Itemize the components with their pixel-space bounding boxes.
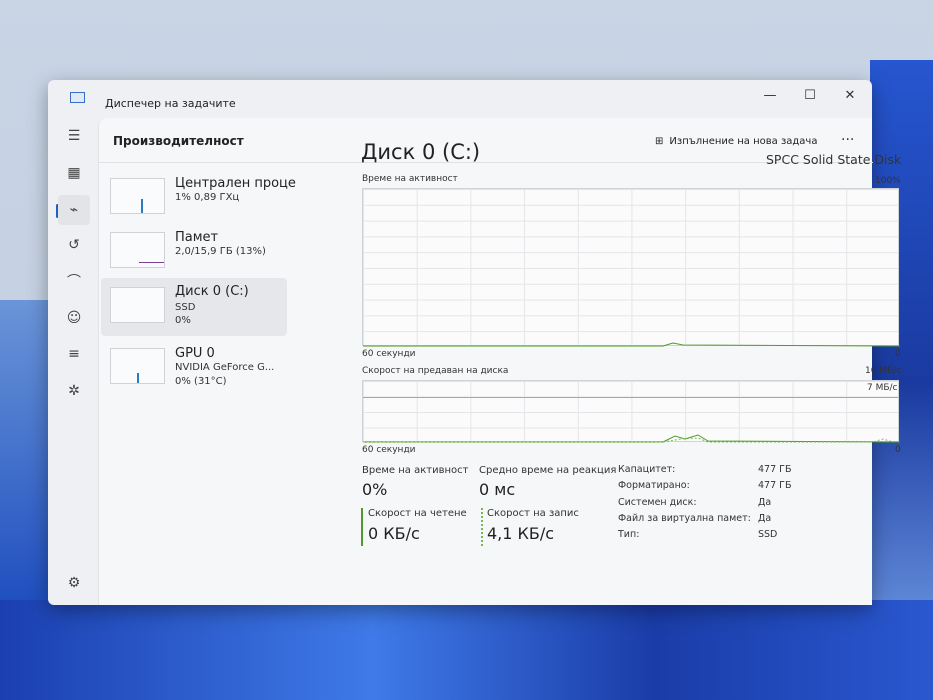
run-task-icon: ⊞ — [655, 136, 664, 147]
disk-model: SPCC Solid State Disk — [766, 152, 902, 167]
run-new-task-button[interactable]: ⊞ Изпълнение на нова задача — [655, 136, 817, 147]
write-speed-indicator — [481, 508, 483, 546]
maximize-button[interactable]: ☐ — [795, 88, 825, 103]
prop-value: SSD — [758, 529, 778, 540]
prop-value: Да — [758, 497, 772, 508]
device-name: Памет — [175, 230, 219, 245]
performance-panel: Производителност ⊞ Изпълнение на нова зад… — [98, 118, 901, 605]
processes-icon[interactable]: ▦ — [64, 163, 84, 183]
more-options-button[interactable]: ··· — [841, 132, 854, 148]
users-icon[interactable]: ☺ — [64, 308, 84, 328]
prop-label: Файл за виртуална памет: — [618, 513, 751, 524]
transfer-chart-xlabel: 60 секунди — [362, 445, 416, 455]
performance-icon[interactable]: ⌁ — [58, 195, 90, 225]
prop-value: 477 ГБ — [758, 480, 792, 491]
device-name: Диск 0 (C:) — [175, 284, 249, 299]
app-history-icon[interactable]: ↺ — [64, 235, 84, 255]
minimize-button[interactable]: — — [755, 88, 785, 103]
details-icon[interactable]: ≡ — [64, 344, 84, 364]
memory-thumbnail — [110, 232, 165, 268]
read-speed-indicator — [361, 508, 363, 546]
transfer-chart-label: Скорост на предаван на диска — [362, 366, 509, 376]
device-sub: NVIDIA GeForce G... — [175, 362, 275, 373]
device-sub2: 0% — [175, 315, 191, 326]
divider — [99, 162, 873, 163]
gpu-thumbnail — [110, 348, 165, 384]
transfer-lines — [363, 434, 900, 443]
wallpaper-left — [0, 300, 50, 600]
read-speed-value: 0 КБ/с — [368, 524, 420, 543]
device-item-cpu[interactable]: Централен проце 1% 0,89 ГХц — [101, 174, 296, 232]
task-manager-window: Диспечер на задачите — ☐ ✕ ☰ ▦ ⌁ ↺ ⌒ ☺ ≡… — [48, 80, 901, 605]
response-time-label: Средно време на реакция — [479, 465, 617, 476]
task-manager-app-icon — [70, 92, 85, 103]
device-name: GPU 0 — [175, 346, 215, 361]
prop-value: 477 ГБ — [758, 464, 792, 475]
disk-title: Диск 0 (C:) — [361, 140, 481, 164]
hamburger-menu-icon[interactable]: ☰ — [64, 126, 84, 146]
device-sub2: 0% (31°C) — [175, 376, 227, 387]
transfer-chart: 7 МБ/с — [362, 380, 900, 443]
device-sub: 2,0/15,9 ГБ (13%) — [175, 246, 266, 257]
active-time-label: Време на активност — [362, 465, 469, 476]
activity-chart-min: 0 — [895, 349, 901, 359]
cpu-thumbnail — [110, 178, 165, 214]
services-icon[interactable]: ✲ — [64, 381, 84, 401]
transfer-chart-max: 10 МБ/с — [865, 366, 902, 376]
prop-label: Системен диск: — [618, 497, 697, 508]
device-name: Централен проце — [175, 176, 296, 191]
read-speed-label: Скорост на четене — [368, 508, 467, 519]
wallpaper-bottom — [0, 600, 933, 700]
run-task-label: Изпълнение на нова задача — [669, 136, 818, 147]
activity-chart-label: Време на активност — [362, 174, 458, 184]
activity-chart-max: 100% — [875, 176, 901, 186]
transfer-chart-min: 0 — [895, 445, 901, 455]
startup-apps-icon[interactable]: ⌒ — [64, 272, 84, 292]
write-speed-label: Скорост на запис — [487, 508, 579, 519]
window-title: Диспечер на задачите — [105, 97, 236, 110]
prop-value: Да — [758, 513, 772, 524]
active-time-value: 0% — [362, 480, 388, 499]
prop-label: Тип: — [618, 529, 640, 540]
settings-gear-icon[interactable]: ⚙ — [64, 573, 84, 593]
disk-thumbnail — [110, 287, 165, 323]
write-speed-value: 4,1 КБ/с — [487, 524, 555, 543]
prop-label: Капацитет: — [618, 464, 676, 475]
close-button[interactable]: ✕ — [835, 88, 865, 103]
prop-label: Форматирано: — [618, 480, 690, 491]
activity-chart — [362, 188, 900, 347]
response-time-value: 0 мс — [479, 480, 516, 499]
device-sub: SSD — [175, 302, 196, 313]
page-title: Производителност — [113, 134, 244, 148]
device-sub: 1% 0,89 ГХц — [175, 192, 240, 203]
activity-chart-xlabel: 60 секунди — [362, 349, 416, 359]
device-item-disk[interactable]: Диск 0 (C:) SSD 0% — [101, 278, 287, 336]
device-item-gpu[interactable]: GPU 0 NVIDIA GeForce G... 0% (31°C) — [101, 344, 287, 402]
activity-line — [363, 342, 900, 347]
